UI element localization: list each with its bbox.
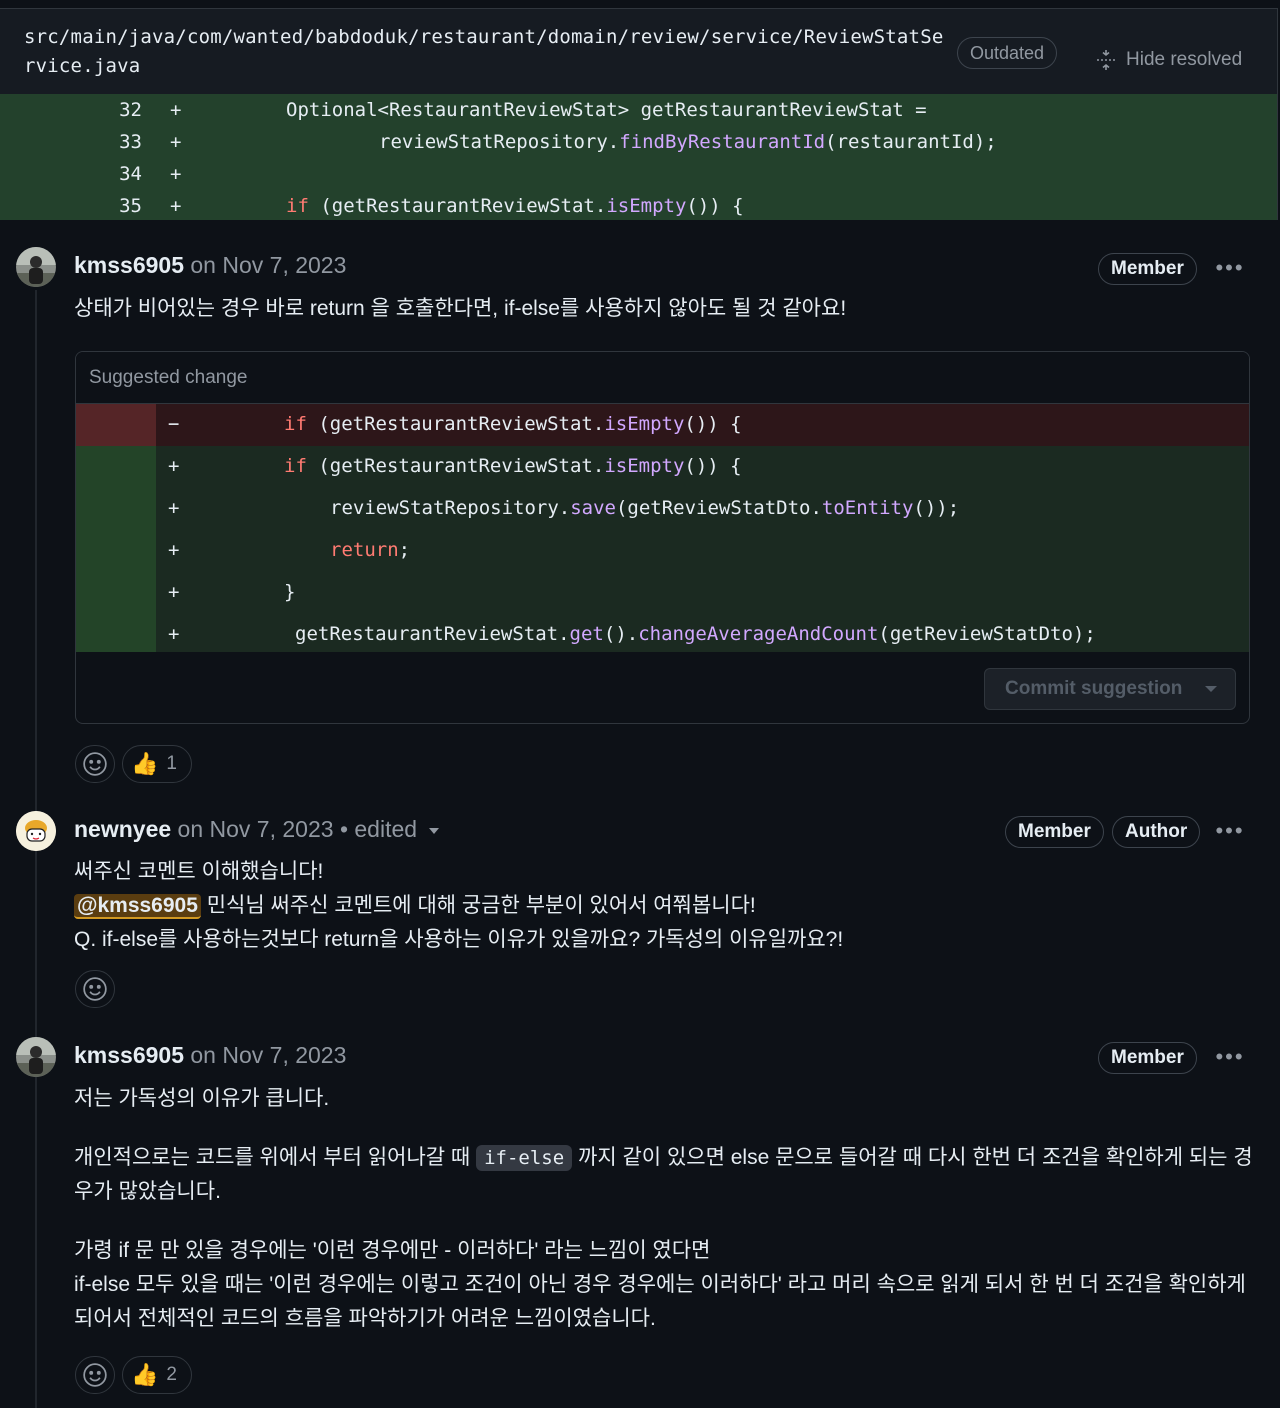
suggestion-added-line: + if (getRestaurantReviewStat.isEmpty())… xyxy=(76,446,1249,488)
line-number[interactable]: 35 xyxy=(88,190,142,222)
thumbs-up-reaction[interactable]: 👍 2 xyxy=(122,1356,192,1394)
smiley-icon xyxy=(83,977,107,1001)
more-options-icon[interactable]: ••• xyxy=(1214,1046,1246,1071)
avatar[interactable] xyxy=(16,247,56,287)
comment-author[interactable]: newnyee xyxy=(74,816,171,842)
member-badge: Member xyxy=(1098,1042,1197,1074)
comment-body: 써주신 코멘트 이해했습니다! @kmss6905 민식님 써주신 코멘트에 대… xyxy=(74,855,1254,957)
file-header: src/main/java/com/wanted/babdoduk/restau… xyxy=(0,8,1278,94)
line-number[interactable]: 32 xyxy=(88,94,142,126)
suggestion-added-line: + } xyxy=(76,572,1249,614)
comment-paragraph: 개인적으로는 코드를 위에서 부터 읽어나갈 때 if-else 까지 같이 있… xyxy=(74,1145,1253,1203)
diff-sign: + xyxy=(168,455,180,477)
user-mention[interactable]: @kmss6905 xyxy=(74,894,201,919)
diff-line: 35 + if (getRestaurantReviewStat.isEmpty… xyxy=(0,190,1278,222)
thumbs-up-icon: 👍 xyxy=(131,1362,159,1387)
edited-dropdown[interactable]: • edited xyxy=(340,816,440,842)
diff-line: 34 + xyxy=(0,158,1278,190)
suggested-change-title: Suggested change xyxy=(76,352,1249,404)
comment-header: kmss6905 on Nov 7, 2023 xyxy=(74,1040,346,1070)
comment-paragraph: 가령 if 문 만 있을 경우에는 '이런 경우에만 - 이러하다' 라는 느낌… xyxy=(74,1239,1246,1330)
comment-line: @kmss6905 민식님 써주신 코멘트에 대해 궁금한 부분이 있어서 여쭤… xyxy=(74,889,1254,923)
code-text: getRestaurantReviewStat.get().changeAver… xyxy=(295,623,1096,645)
member-badge: Member xyxy=(1005,816,1104,848)
comment-date[interactable]: on Nov 7, 2023 xyxy=(190,1042,346,1068)
diff-line: 32 + Optional<RestaurantReviewStat> getR… xyxy=(0,94,1278,126)
reaction-count: 2 xyxy=(166,1364,177,1385)
file-path[interactable]: src/main/java/com/wanted/babdoduk/restau… xyxy=(24,23,944,81)
suggestion-added-line: + getRestaurantReviewStat.get().changeAv… xyxy=(76,614,1249,652)
diff-sign: + xyxy=(168,623,180,645)
more-options-icon[interactable]: ••• xyxy=(1214,257,1246,282)
reaction-count: 1 xyxy=(166,753,177,774)
suggested-change-block: Suggested change − if (getRestaurantRevi… xyxy=(75,351,1250,724)
avatar-photo-icon xyxy=(16,247,56,287)
hide-resolved-button[interactable]: Hide resolved xyxy=(1094,45,1242,75)
diff-context: 32 + Optional<RestaurantReviewStat> getR… xyxy=(0,94,1278,220)
member-badge: Member xyxy=(1098,253,1197,285)
commit-suggestion-label: Commit suggestion xyxy=(1005,678,1183,699)
code-text: reviewStatRepository.save(getReviewStatD… xyxy=(330,497,960,519)
commit-suggestion-button[interactable]: Commit suggestion xyxy=(984,668,1236,710)
suggestion-added-line: + reviewStatRepository.save(getReviewSta… xyxy=(76,488,1249,530)
comment-paragraph: 저는 가독성의 이유가 큽니다. xyxy=(74,1087,330,1110)
smiley-icon xyxy=(83,1363,107,1387)
diff-line: 33 + reviewStatRepository.findByRestaura… xyxy=(0,126,1278,158)
comment-line: 써주신 코멘트 이해했습니다! xyxy=(74,860,324,883)
comment-body: 저는 가독성의 이유가 큽니다. 개인적으로는 코드를 위에서 부터 읽어나갈 … xyxy=(74,1082,1254,1336)
diff-sign: + xyxy=(170,131,182,153)
fold-icon xyxy=(1097,50,1115,70)
outdated-label: Outdated xyxy=(957,37,1058,69)
diff-sign: + xyxy=(170,99,182,121)
diff-sign: + xyxy=(170,163,182,185)
code-text: if (getRestaurantReviewStat.isEmpty()) { xyxy=(284,455,742,477)
chevron-down-icon xyxy=(1205,686,1217,692)
add-reaction-button[interactable] xyxy=(75,745,115,783)
add-reaction-button[interactable] xyxy=(75,970,115,1008)
suggestion-deleted-line: − if (getRestaurantReviewStat.isEmpty())… xyxy=(76,404,1249,446)
hide-resolved-label: Hide resolved xyxy=(1126,49,1243,70)
comment-author[interactable]: kmss6905 xyxy=(74,252,184,278)
comment-author[interactable]: kmss6905 xyxy=(74,1042,184,1068)
comment-date[interactable]: on Nov 7, 2023 xyxy=(190,252,346,278)
smiley-icon xyxy=(83,752,107,776)
line-number[interactable]: 34 xyxy=(88,158,142,190)
thumbs-up-icon: 👍 xyxy=(131,751,159,776)
diff-sign: + xyxy=(168,539,180,561)
diff-sign: + xyxy=(168,581,180,603)
suggestion-added-line: + return; xyxy=(76,530,1249,572)
code-text: } xyxy=(284,581,296,603)
comment-header: newnyee on Nov 7, 2023 • edited xyxy=(74,814,440,844)
code-text: if (getRestaurantReviewStat.isEmpty()) { xyxy=(284,413,742,435)
code-text: Optional<RestaurantReviewStat> getRestau… xyxy=(286,99,927,121)
code-text: if (getRestaurantReviewStat.isEmpty()) { xyxy=(286,195,744,217)
avatar-photo-icon xyxy=(16,1037,56,1077)
comment-line: Q. if-else를 사용하는것보다 return을 사용하는 이유가 있을까… xyxy=(74,928,844,951)
diff-sign: − xyxy=(168,413,180,435)
comment-body: 상태가 비어있는 경우 바로 return 을 호출한다면, if-else를 … xyxy=(74,297,847,320)
line-number[interactable]: 33 xyxy=(88,126,142,158)
diff-sign: + xyxy=(170,195,182,217)
avatar[interactable] xyxy=(16,811,56,851)
more-options-icon[interactable]: ••• xyxy=(1214,820,1246,845)
inline-code: if-else xyxy=(476,1145,573,1171)
comment-date[interactable]: on Nov 7, 2023 xyxy=(178,816,334,842)
comment-header: kmss6905 on Nov 7, 2023 xyxy=(74,250,346,280)
code-text: reviewStatRepository.findByRestaurantId(… xyxy=(379,131,997,153)
chevron-down-icon xyxy=(429,827,440,834)
author-badge: Author xyxy=(1112,816,1201,848)
avatar-illustration-icon xyxy=(16,811,56,851)
avatar[interactable] xyxy=(16,1037,56,1077)
thumbs-up-reaction[interactable]: 👍 1 xyxy=(122,745,192,783)
code-text: return; xyxy=(330,539,411,561)
diff-sign: + xyxy=(168,497,180,519)
add-reaction-button[interactable] xyxy=(75,1356,115,1394)
